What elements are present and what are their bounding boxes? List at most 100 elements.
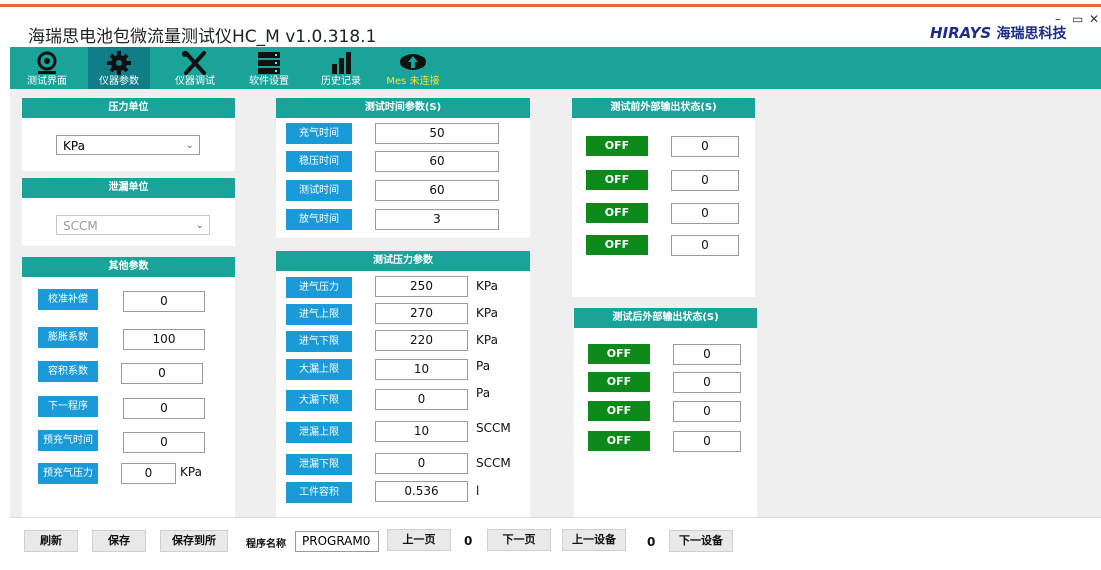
tab-history[interactable]: 历史记录 — [310, 47, 372, 89]
close-button[interactable]: ✕ — [1089, 12, 1099, 26]
param-label: 充气时间 — [286, 123, 352, 144]
output-value[interactable]: 0 — [673, 431, 741, 452]
param-value[interactable]: 3 — [375, 209, 499, 230]
param-value[interactable]: 0 — [123, 432, 205, 453]
prev-device-button[interactable]: 上一设备 — [562, 529, 626, 551]
main-content: 压力单位 KPa ⌄ 泄漏单位 SCCM ⌄ 其他参数 校准补偿 0 膨胀系数 … — [10, 89, 1101, 517]
output-toggle[interactable]: OFF — [586, 170, 648, 190]
param-label: 测试时间 — [286, 180, 352, 201]
param-label: 放气时间 — [286, 209, 352, 230]
output-toggle[interactable]: OFF — [586, 235, 648, 255]
tab-label: 仪器参数 — [99, 76, 139, 87]
minimize-button[interactable]: – — [1055, 12, 1061, 26]
panel-title: 泄漏单位 — [22, 178, 235, 198]
param-label: 工件容积 — [286, 482, 352, 503]
output-toggle[interactable]: OFF — [588, 344, 650, 364]
save-all-button[interactable]: 保存到所 — [160, 530, 228, 552]
param-value[interactable]: 0 — [375, 453, 468, 474]
param-label: 膨胀系数 — [38, 327, 98, 348]
panel-title: 测试时间参数(S) — [276, 98, 530, 118]
param-label: 校准补偿 — [38, 289, 98, 310]
output-toggle[interactable]: OFF — [588, 431, 650, 451]
leak-unit-panel: 泄漏单位 SCCM ⌄ — [22, 178, 235, 246]
param-label: 泄漏下限 — [286, 454, 352, 475]
output-value[interactable]: 0 — [671, 170, 739, 191]
output-value[interactable]: 0 — [671, 136, 739, 157]
param-value[interactable]: 250 — [375, 276, 468, 297]
param-label: 大漏下限 — [286, 390, 352, 411]
leak-unit-select[interactable]: SCCM ⌄ — [56, 215, 210, 235]
next-device-button[interactable]: 下一设备 — [669, 530, 733, 552]
param-value[interactable]: 0 — [375, 389, 468, 410]
output-toggle[interactable]: OFF — [588, 401, 650, 421]
param-label: 大漏上限 — [286, 359, 352, 380]
param-label: 稳压时间 — [286, 151, 352, 172]
panel-title: 测试压力参数 — [276, 251, 530, 271]
param-label: 容积系数 — [38, 361, 98, 382]
test-pressure-panel: 测试压力参数 进气压力 250 KPa 进气上限 270 KPa 进气下限 22… — [276, 251, 530, 517]
param-unit: KPa — [476, 333, 498, 347]
tab-label: 仪器调试 — [175, 76, 215, 87]
output-value[interactable]: 0 — [671, 235, 739, 256]
window-top-accent — [0, 4, 1101, 7]
program-name-label: 程序名称 — [246, 539, 286, 550]
param-value[interactable]: 100 — [123, 329, 205, 350]
output-toggle[interactable]: OFF — [586, 203, 648, 223]
test-time-panel: 测试时间参数(S) 充气时间 50 稳压时间 60 测试时间 60 放气时间 3 — [276, 98, 530, 238]
output-value[interactable]: 0 — [671, 203, 739, 224]
param-unit: KPa — [476, 279, 498, 293]
param-label: 泄漏上限 — [286, 422, 352, 443]
pressure-unit-select[interactable]: KPa ⌄ — [56, 135, 200, 155]
param-value[interactable]: 0 — [121, 363, 203, 384]
tab-instrument-debug[interactable]: 仪器调试 — [164, 47, 226, 89]
chevron-down-icon: ⌄ — [195, 220, 204, 231]
param-value[interactable]: 0 — [123, 398, 205, 419]
save-button[interactable]: 保存 — [92, 530, 146, 552]
param-value[interactable]: 60 — [375, 151, 499, 172]
window-title: 海瑞思电池包微流量测试仪HC_M v1.0.318.1 — [28, 27, 377, 47]
refresh-button[interactable]: 刷新 — [24, 530, 78, 552]
param-unit: l — [476, 484, 480, 498]
output-toggle[interactable]: OFF — [586, 136, 648, 156]
before-output-panel: 测试前外部输出状态(S) OFF 0 OFF 0 OFF 0 OFF 0 — [572, 98, 755, 297]
param-value[interactable]: 60 — [375, 180, 499, 201]
pressure-unit-panel: 压力单位 KPa ⌄ — [22, 98, 235, 171]
param-value[interactable]: 50 — [375, 123, 499, 144]
param-label: 进气上限 — [286, 304, 352, 325]
param-value[interactable]: 10 — [375, 359, 468, 380]
param-value[interactable]: 0.536 — [375, 481, 468, 502]
page-value: 0 — [464, 534, 473, 548]
param-value[interactable]: 10 — [375, 421, 468, 442]
param-value[interactable]: 0 — [121, 463, 176, 484]
param-unit: SCCM — [476, 456, 511, 470]
param-label: 预充气时间 — [38, 430, 98, 451]
param-unit: KPa — [476, 306, 498, 320]
tab-instrument-params[interactable]: 仪器参数 — [88, 47, 150, 89]
output-value[interactable]: 0 — [673, 401, 741, 422]
program-name-input[interactable]: PROGRAM0 — [295, 531, 379, 552]
param-unit: KPa — [180, 465, 202, 479]
output-value[interactable]: 0 — [673, 344, 741, 365]
output-toggle[interactable]: OFF — [588, 372, 650, 392]
param-label: 进气下限 — [286, 331, 352, 352]
tab-test-interface[interactable]: 测试界面 — [16, 47, 78, 89]
param-value[interactable]: 0 — [123, 291, 205, 312]
panel-title: 测试前外部输出状态(S) — [572, 98, 755, 118]
brand-logo: HIRAYS 海瑞思科技 — [930, 23, 1066, 43]
bottom-bar: 刷新 保存 保存到所 程序名称 PROGRAM0 上一页 0 下一页 上一设备 … — [10, 517, 1101, 563]
select-value: KPa — [63, 139, 85, 153]
tab-software-settings[interactable]: 软件设置 — [238, 47, 300, 89]
tab-mes-status[interactable]: Mes 未连接 — [382, 47, 444, 89]
param-label: 下一程序 — [38, 396, 98, 417]
restore-button[interactable]: ▭ — [1072, 12, 1083, 26]
next-page-button[interactable]: 下一页 — [487, 529, 551, 551]
param-value[interactable]: 220 — [375, 330, 468, 351]
param-unit: Pa — [476, 386, 491, 400]
chevron-down-icon: ⌄ — [185, 140, 194, 151]
param-value[interactable]: 270 — [375, 303, 468, 324]
param-label: 预充气压力 — [38, 463, 98, 484]
logo-cn: 海瑞思科技 — [996, 26, 1067, 42]
after-output-panel: 测试后外部输出状态(S) OFF 0 OFF 0 OFF 0 OFF 0 — [574, 308, 757, 517]
output-value[interactable]: 0 — [673, 372, 741, 393]
prev-page-button[interactable]: 上一页 — [387, 529, 451, 551]
